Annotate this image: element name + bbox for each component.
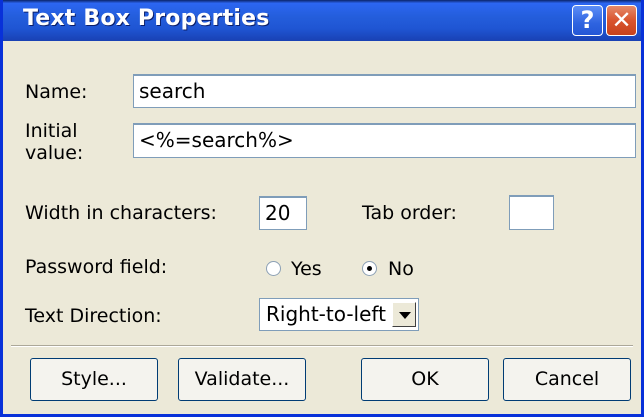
cancel-button[interactable]: Cancel [503,358,631,401]
dropdown-button[interactable] [392,302,416,327]
password-no-radio[interactable] [362,261,377,276]
help-icon: ? [580,6,595,34]
tab-order-label: Tab order: [362,202,457,224]
text-direction-value: Right-to-left [266,302,386,326]
help-button[interactable]: ? [572,5,603,36]
initial-value-input[interactable]: <%=search%> [133,123,636,158]
name-input[interactable]: search [133,74,636,108]
style-button[interactable]: Style... [30,358,158,401]
close-icon: ✕ [611,6,632,34]
initial-value-label-line1: Initial [25,120,78,142]
dialog-title: Text Box Properties [23,6,270,31]
validate-button[interactable]: Validate... [178,358,306,401]
text-direction-select[interactable]: Right-to-left [259,298,419,331]
text-direction-label: Text Direction: [25,305,162,327]
width-input[interactable]: 20 [259,196,307,230]
ok-button[interactable]: OK [361,358,489,401]
initial-value-label-line2: value: [25,142,84,164]
chevron-down-icon [399,312,411,319]
close-button[interactable]: ✕ [606,5,637,36]
password-label: Password field: [25,256,168,278]
separator [11,345,633,347]
name-label: Name: [25,81,88,103]
password-no-label[interactable]: No [388,258,414,280]
dialog-window: Text Box Properties ? ✕ Name: search Ini… [0,0,644,417]
radio-selected-dot [367,266,372,271]
title-bar[interactable]: Text Box Properties ? ✕ [3,0,641,41]
password-yes-label[interactable]: Yes [291,258,322,280]
password-yes-radio[interactable] [266,261,281,276]
tab-order-input[interactable] [509,195,554,230]
width-label: Width in characters: [25,202,217,224]
